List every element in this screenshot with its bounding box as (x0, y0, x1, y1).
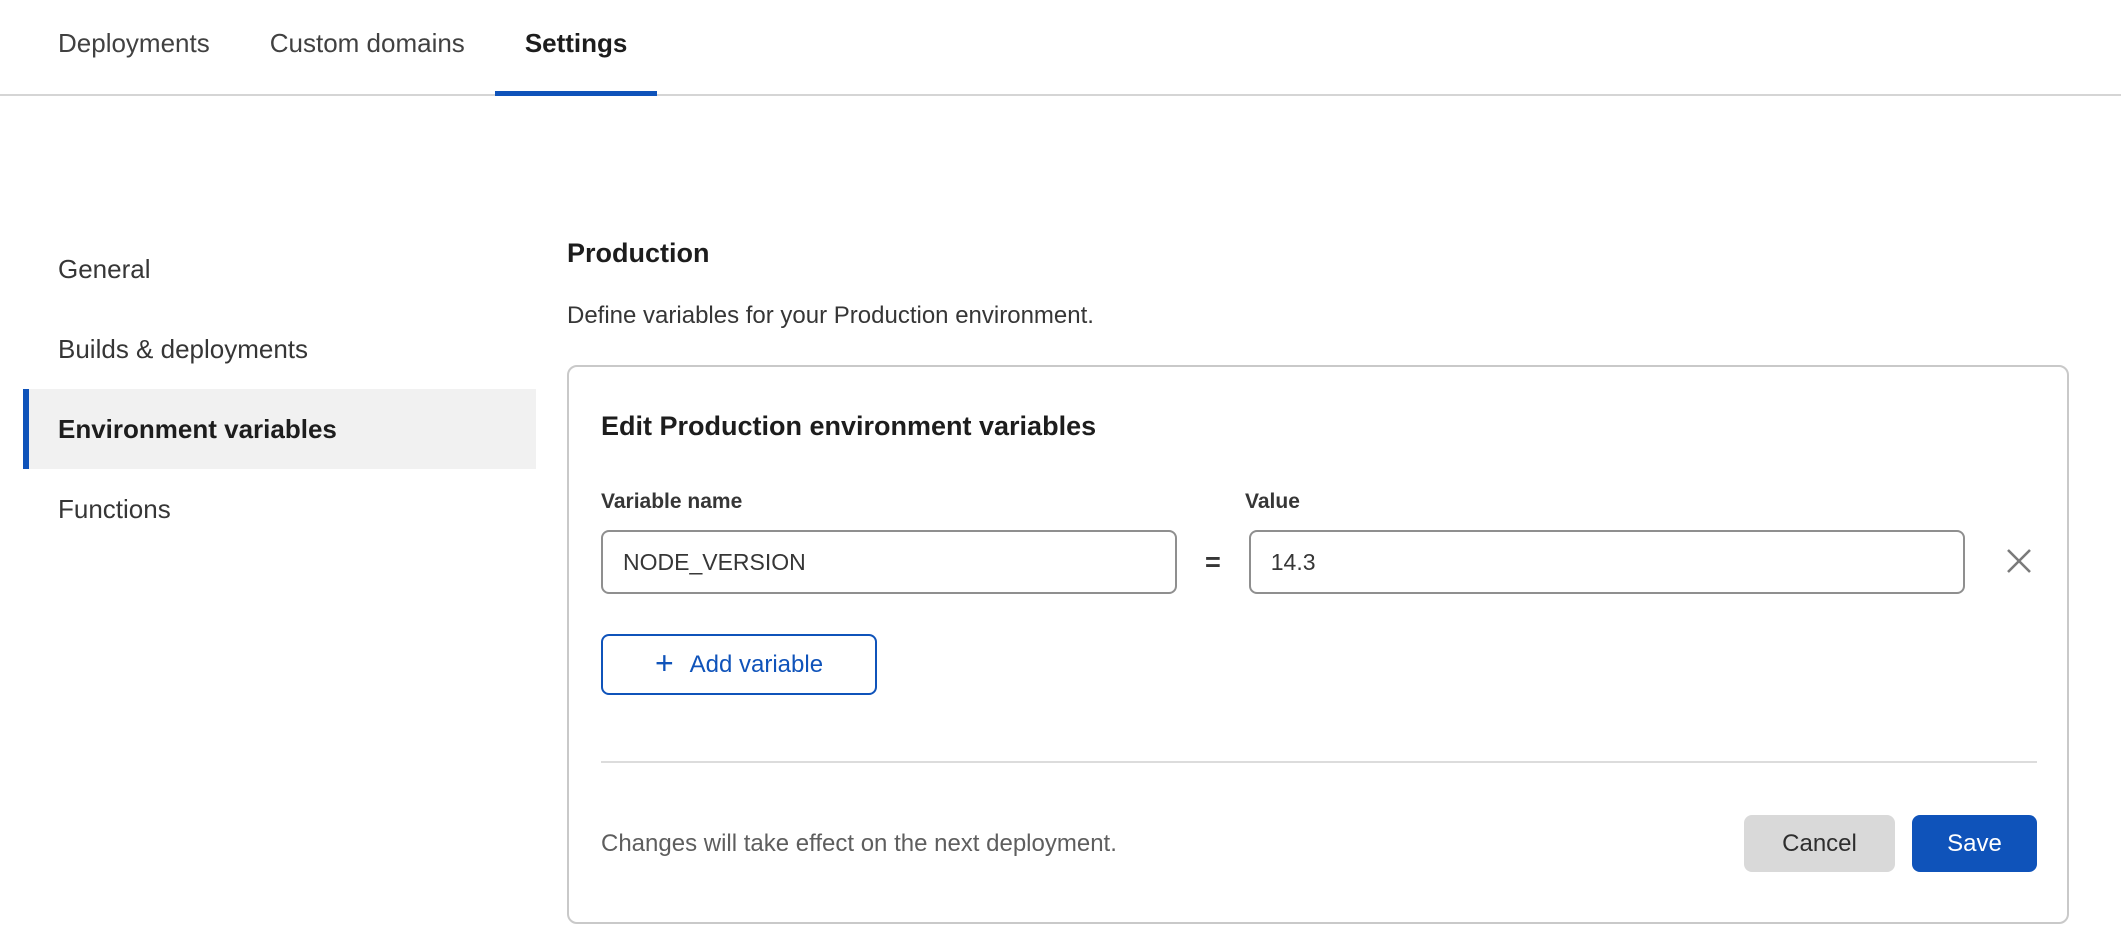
sidebar-item-general[interactable]: General (23, 229, 536, 309)
footer-note: Changes will take effect on the next dep… (601, 830, 1117, 858)
plus-icon: + (655, 647, 674, 679)
content-area: General Builds & deployments Environment… (0, 96, 2121, 924)
card-footer: Changes will take effect on the next dep… (601, 763, 2037, 918)
value-label: Value (1245, 490, 1300, 514)
environment-variables-card: Edit Production environment variables Va… (567, 365, 2069, 924)
variable-name-label: Variable name (601, 490, 742, 514)
save-button[interactable]: Save (1912, 815, 2037, 872)
page-title: Production (567, 238, 2069, 269)
field-labels-row: Variable name Value (601, 490, 2037, 516)
equals-sign: = (1205, 547, 1221, 578)
variable-row: = (601, 530, 2037, 594)
tab-deployments[interactable]: Deployments (28, 28, 240, 96)
close-icon (2004, 546, 2034, 579)
settings-sidebar: General Builds & deployments Environment… (23, 229, 536, 549)
cancel-button[interactable]: Cancel (1744, 815, 1895, 872)
tab-custom-domains[interactable]: Custom domains (240, 28, 495, 96)
sidebar-item-functions[interactable]: Functions (23, 469, 536, 549)
variable-value-input[interactable] (1249, 530, 1965, 594)
footer-actions: Cancel Save (1744, 815, 2037, 872)
remove-variable-button[interactable] (2001, 544, 2037, 580)
tab-settings[interactable]: Settings (495, 28, 658, 96)
variable-name-input[interactable] (601, 530, 1177, 594)
section-description: Define variables for your Production env… (567, 302, 2069, 330)
add-variable-button[interactable]: + Add variable (601, 634, 877, 695)
sidebar-item-environment-variables[interactable]: Environment variables (23, 389, 536, 469)
add-variable-label: Add variable (690, 651, 823, 679)
card-title: Edit Production environment variables (601, 411, 2037, 442)
tab-bar: Deployments Custom domains Settings (0, 0, 2121, 96)
sidebar-item-builds-deployments[interactable]: Builds & deployments (23, 309, 536, 389)
main-panel: Production Define variables for your Pro… (567, 238, 2069, 924)
